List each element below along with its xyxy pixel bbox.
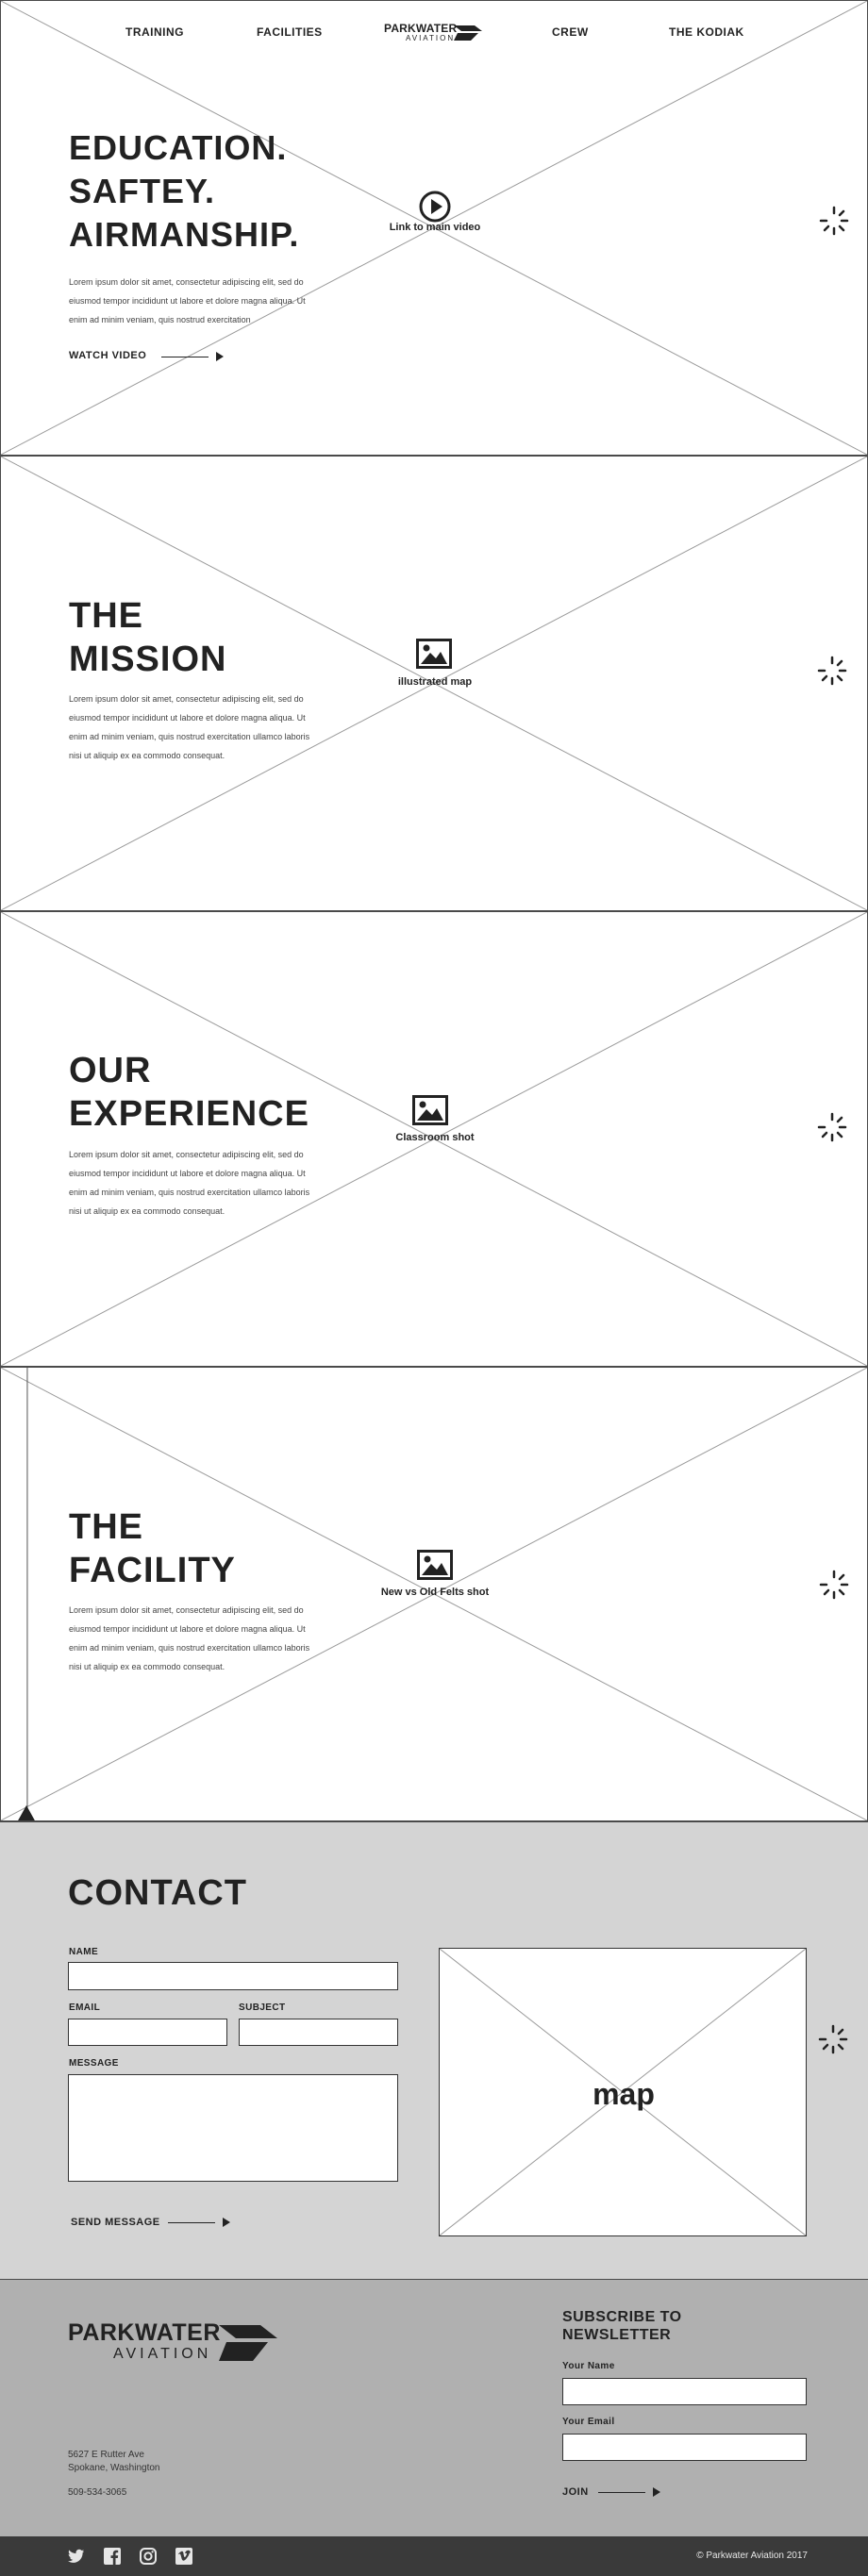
experience-title-line: OUR: [69, 1051, 152, 1090]
contact-title: CONTACT: [68, 1873, 247, 1913]
facility-body: Lorem ipsum dolor sit amet, consectetur …: [69, 1605, 310, 1671]
watch-video-link[interactable]: WATCH VIDEO: [69, 350, 146, 365]
instagram-icon[interactable]: [140, 2548, 157, 2565]
newsletter-title: SUBSCRIBE TO NEWSLETTER: [562, 2308, 682, 2344]
hero-title: EDUCATION. SAFTEY. AIRMANSHIP.: [69, 126, 299, 257]
subject-label: SUBJECT: [239, 2003, 286, 2013]
facebook-icon[interactable]: [104, 2548, 121, 2565]
join-button[interactable]: JOIN: [562, 2486, 589, 2498]
name-label: NAME: [69, 1947, 99, 1957]
experience-section: OUR EXPERIENCE Lorem ipsum dolor sit ame…: [0, 911, 868, 1367]
address-line: 5627 E Rutter Ave: [68, 2450, 144, 2460]
mission-section: THE MISSION Lorem ipsum dolor sit amet, …: [0, 456, 868, 911]
newsletter-name-field[interactable]: [562, 2378, 807, 2405]
footer-logo-bottom: AVIATION: [113, 2346, 212, 2362]
newsletter-email-field[interactable]: [562, 2434, 807, 2461]
facility-title-line: THE: [69, 1507, 143, 1547]
image-icon: [412, 1095, 448, 1125]
join-arrow-line: [598, 2492, 645, 2493]
facility-title: THE FACILITY: [69, 1505, 236, 1592]
footer: PARKWATER AVIATION 5627 E Rutter Ave Spo…: [0, 2280, 868, 2536]
email-label: EMAIL: [69, 2003, 101, 2013]
mission-title-line: THE: [69, 596, 143, 636]
loading-spinner-icon: [819, 206, 849, 236]
mission-title-line: MISSION: [69, 640, 227, 679]
hero-title-line: EDUCATION.: [69, 128, 288, 167]
facility-title-line: FACILITY: [69, 1551, 236, 1590]
logo-wing-icon: [454, 25, 482, 41]
email-field[interactable]: [68, 2019, 227, 2046]
your-name-label: Your Name: [562, 2361, 615, 2371]
subject-field[interactable]: [239, 2019, 398, 2046]
hero-body: Lorem ipsum dolor sit amet, consectetur …: [69, 277, 306, 324]
copyright: © Parkwater Aviation 2017: [696, 2551, 808, 2561]
map-label: map: [593, 2077, 655, 2111]
footer-logo[interactable]: PARKWATER AVIATION: [68, 2319, 285, 2367]
vimeo-icon[interactable]: [175, 2548, 192, 2565]
contact-section: CONTACT NAME EMAIL SUBJECT MESSAGE SEND …: [0, 1821, 868, 2280]
facility-section: THE FACILITY Lorem ipsum dolor sit amet,…: [0, 1367, 868, 1821]
hero-section: TRAINING FACILITIES CREW THE KODIAK PARK…: [0, 0, 868, 456]
nav-the-kodiak[interactable]: THE KODIAK: [669, 25, 744, 39]
twitter-icon[interactable]: [68, 2548, 85, 2565]
logo-text-top: PARKWATER: [384, 22, 458, 35]
logo-text-bottom: AVIATION: [406, 34, 456, 42]
hero-title-line: SAFTEY.: [69, 172, 216, 210]
new-vs-old-felts-label: New vs Old Felts shot: [380, 1587, 490, 1598]
message-label: MESSAGE: [69, 2058, 119, 2069]
send-message-label: SEND MESSAGE: [71, 2217, 160, 2228]
phone-number[interactable]: 509-534-3065: [68, 2486, 126, 2500]
experience-title: OUR EXPERIENCE: [69, 1049, 309, 1136]
your-email-label: Your Email: [562, 2417, 615, 2427]
loading-spinner-icon: [818, 2024, 848, 2054]
footer-logo-top: PARKWATER: [68, 2319, 221, 2346]
mission-title: THE MISSION: [69, 594, 226, 681]
classroom-shot-label: Classroom shot: [395, 1132, 475, 1143]
main-video-label: Link to main video: [389, 222, 481, 233]
image-icon: [416, 639, 452, 669]
illustrated-map-label: illustrated map: [397, 676, 473, 688]
watch-video-label: WATCH VIDEO: [69, 350, 147, 361]
join-label: JOIN: [562, 2486, 589, 2498]
nav-logo[interactable]: PARKWATER AVIATION: [384, 22, 482, 46]
scroll-up-icon[interactable]: [15, 1803, 38, 1821]
mission-body: Lorem ipsum dolor sit amet, consectetur …: [69, 694, 310, 760]
loading-spinner-icon: [817, 1112, 847, 1142]
send-message-button[interactable]: SEND MESSAGE: [71, 2217, 160, 2228]
nav-crew[interactable]: CREW: [552, 25, 589, 39]
address: 5627 E Rutter Ave Spokane, Washington: [68, 2449, 159, 2475]
newsletter-title-line: NEWSLETTER: [562, 2327, 672, 2343]
map-placeholder[interactable]: map: [439, 1948, 807, 2236]
arrow-right-icon: [223, 2218, 230, 2227]
experience-body: Lorem ipsum dolor sit amet, consectetur …: [69, 1150, 310, 1216]
nav-facilities[interactable]: FACILITIES: [257, 25, 323, 39]
arrow-right-icon: [653, 2487, 660, 2497]
bottom-bar: © Parkwater Aviation 2017: [0, 2536, 868, 2576]
loading-spinner-icon: [819, 1570, 849, 1600]
message-field[interactable]: [68, 2074, 398, 2182]
newsletter-title-line: SUBSCRIBE TO: [562, 2309, 682, 2325]
arrow-right-icon: [216, 352, 224, 361]
logo-wing-icon: [219, 2325, 277, 2361]
send-arrow-line: [168, 2222, 215, 2223]
experience-title-line: EXPERIENCE: [69, 1094, 309, 1134]
address-line: Spokane, Washington: [68, 2463, 160, 2473]
play-icon[interactable]: [418, 190, 452, 224]
loading-spinner-icon: [817, 656, 847, 686]
image-icon: [417, 1550, 453, 1580]
hero-title-line: AIRMANSHIP.: [69, 215, 300, 254]
name-field[interactable]: [68, 1962, 398, 1990]
nav-training[interactable]: TRAINING: [125, 25, 184, 39]
